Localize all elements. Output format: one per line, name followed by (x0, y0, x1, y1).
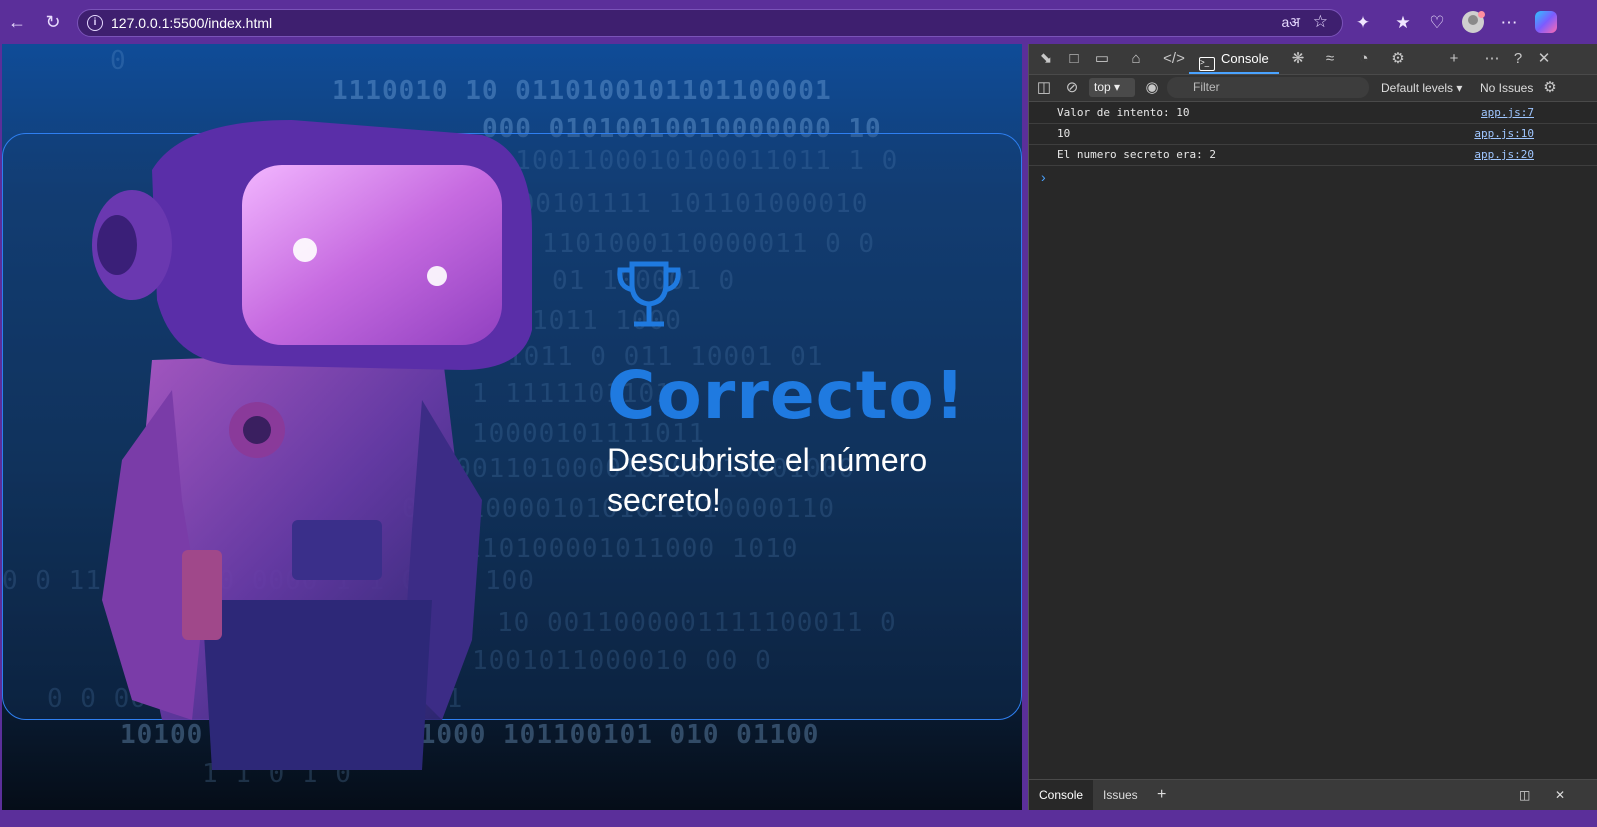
browser-essentials-icon[interactable]: ♡ (1424, 10, 1450, 36)
device-emulation-icon[interactable]: □ (1063, 48, 1085, 70)
profile-notification-dot (1478, 11, 1485, 18)
console-settings-gear-icon[interactable]: ⚙ (1539, 77, 1561, 99)
log-levels-dropdown[interactable]: Default levels ▾ (1381, 75, 1462, 101)
drawer-tab-console[interactable]: Console (1029, 780, 1094, 810)
issues-counter[interactable]: No Issues (1480, 75, 1533, 101)
log-source-link[interactable]: app.js:7 (1481, 102, 1534, 123)
result-subtitle: Descubriste el número secreto! (607, 442, 928, 518)
performance-gauge-icon[interactable]: ◔ (1353, 48, 1375, 70)
close-drawer-icon[interactable]: ✕ (1545, 780, 1575, 810)
drawer-tab-bar: Console Issues + ◫ ✕ (1029, 779, 1597, 810)
add-drawer-tab-plus-icon[interactable]: + (1147, 780, 1176, 810)
drawer-tab-issues[interactable]: Issues (1093, 780, 1148, 810)
console-log-entry: 10 app.js:10 (1029, 123, 1597, 145)
log-source-link[interactable]: app.js:20 (1474, 144, 1534, 165)
chevron-down-icon: ▾ (1114, 80, 1121, 94)
url-text: 127.0.0.1:5500/index.html (111, 15, 273, 31)
log-message: 10 (1057, 127, 1071, 140)
devtools-panel: ⬊ □ ▭ ⌂ </> >_ Console ❋ ≈ ◔ ⚙ + ⋯ ? ✕ ◫ … (1028, 44, 1597, 810)
close-devtools-icon[interactable]: ✕ (1533, 48, 1555, 70)
console-icon: >_ (1199, 57, 1215, 71)
back-arrow-icon[interactable]: ← (6, 11, 28, 33)
address-bar[interactable]: i 127.0.0.1:5500/index.html aअ ☆ (77, 9, 1343, 37)
console-log-entry: El numero secreto era: 2 app.js:20 (1029, 144, 1597, 166)
tab-console-label: Console (1221, 51, 1269, 66)
reload-icon[interactable]: ↻ (42, 11, 64, 33)
result-headline: Correcto! (607, 357, 966, 434)
extensions-icon[interactable]: ✦ (1350, 10, 1376, 36)
filter-input[interactable]: Filter (1167, 77, 1369, 98)
more-options-icon[interactable]: ⋯ (1496, 10, 1522, 36)
memory-chip-icon[interactable]: ⚙ (1387, 48, 1409, 70)
read-aloud-icon[interactable]: aअ (1282, 13, 1300, 32)
robot-astronaut-illustration (92, 120, 532, 770)
help-icon[interactable]: ? (1507, 48, 1529, 70)
favorite-star-icon[interactable]: ☆ (1313, 12, 1328, 32)
clear-console-icon[interactable]: ⊘ (1061, 77, 1083, 99)
favorites-icon[interactable]: ★ (1390, 10, 1416, 36)
context-select[interactable]: top ▾ (1089, 78, 1135, 97)
console-log-entry: Valor de intento: 10 app.js:7 (1029, 102, 1597, 124)
log-message: El numero secreto era: 2 (1057, 148, 1216, 161)
debugger-bug-icon[interactable]: ❋ (1287, 48, 1309, 70)
elements-tab-icon[interactable]: </> (1163, 48, 1185, 70)
add-tab-plus-icon[interactable]: + (1443, 48, 1465, 70)
console-prompt-chevron-icon[interactable]: › (1041, 169, 1046, 185)
dock-drawer-icon[interactable]: ◫ (1509, 780, 1540, 810)
copilot-icon[interactable] (1535, 11, 1557, 33)
log-message: Valor de intento: 10 (1057, 106, 1190, 119)
site-info-icon[interactable]: i (87, 15, 103, 31)
devtools-tab-bar: ⬊ □ ▭ ⌂ </> >_ Console ❋ ≈ ◔ ⚙ + ⋯ ? ✕ (1029, 44, 1597, 75)
tab-console[interactable]: >_ Console (1189, 44, 1279, 74)
binary-row: 0 (110, 46, 127, 76)
context-select-value: top (1094, 80, 1111, 94)
welcome-home-icon[interactable]: ⌂ (1125, 48, 1147, 70)
dock-side-icon[interactable]: ▭ (1091, 48, 1113, 70)
log-levels-label: Default levels (1381, 81, 1454, 95)
browser-toolbar: ← ↻ i 127.0.0.1:5500/index.html aअ ☆ ✦ ★… (0, 0, 1597, 44)
filter-placeholder: Filter (1193, 80, 1220, 94)
sidebar-toggle-icon[interactable]: ◫ (1033, 77, 1055, 99)
chevron-down-icon: ▾ (1456, 81, 1463, 95)
console-toolbar: ◫ ⊘ top ▾ ◉ Filter Default levels ▾ No I… (1029, 75, 1597, 102)
log-source-link[interactable]: app.js:10 (1474, 123, 1534, 144)
trophy-icon (617, 261, 681, 327)
network-wifi-icon[interactable]: ≈ (1319, 48, 1341, 70)
inspect-element-icon[interactable]: ⬊ (1035, 48, 1057, 70)
more-tools-icon[interactable]: ⋯ (1481, 48, 1503, 70)
live-expression-eye-icon[interactable]: ◉ (1141, 77, 1163, 99)
page-viewport: 0 1110010 10 0110100101101100001 000 010… (2, 44, 1022, 810)
